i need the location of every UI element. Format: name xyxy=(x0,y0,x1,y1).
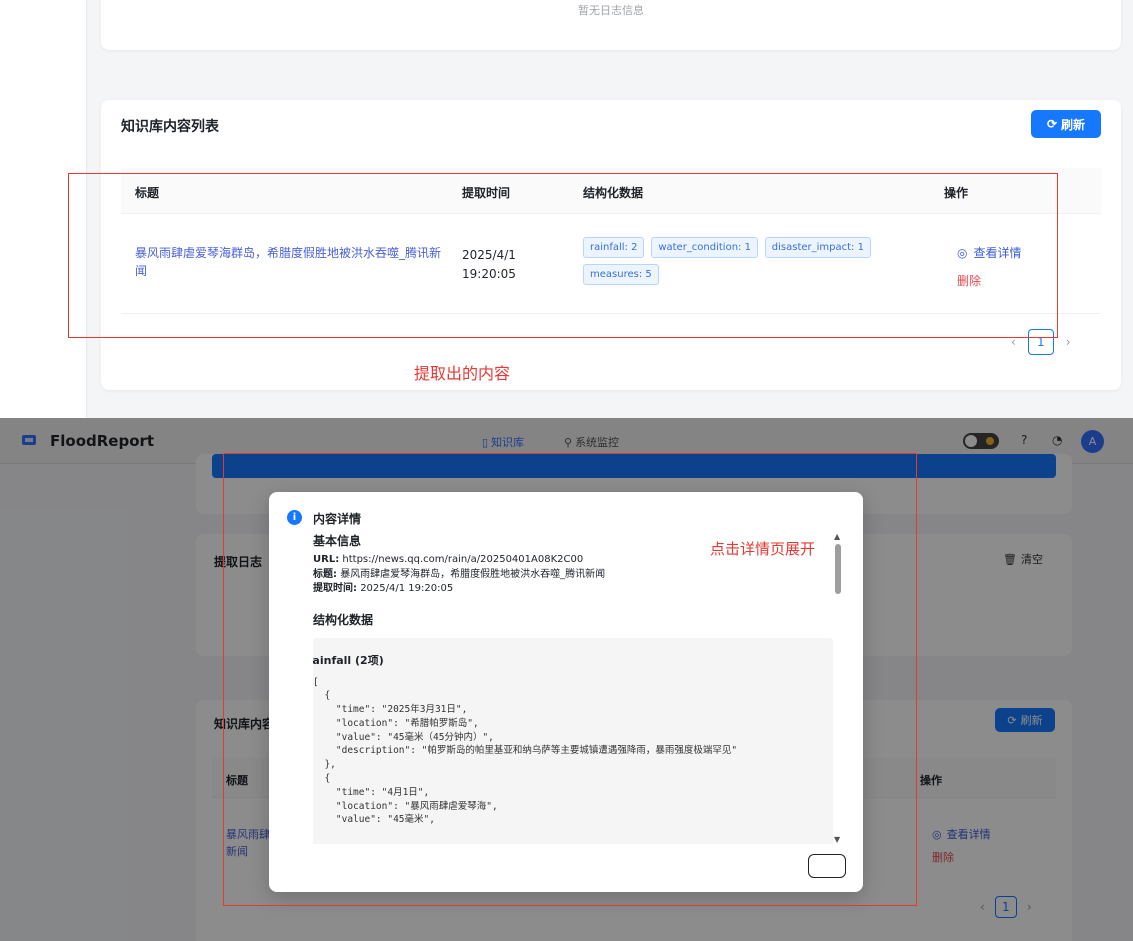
kb-title: 知识库内容列表 xyxy=(121,119,219,135)
next-page-button[interactable]: › xyxy=(1066,335,1071,349)
log-empty-text: 暂无日志信息 xyxy=(578,4,644,17)
annotation-box-detail xyxy=(223,453,917,906)
annotation-detail: 点击详情页展开 xyxy=(710,540,816,558)
refresh-label: 刷新 xyxy=(1061,117,1086,132)
log-card: 暂无日志信息 xyxy=(101,0,1121,50)
refresh-icon: ⟳ xyxy=(1046,117,1058,131)
top-screenshot: 暂无日志信息 知识库内容列表 ⟳ 刷新 标题 提取时间 结构化数据 操作 暴风雨… xyxy=(0,0,1133,418)
annotation-box-extracted xyxy=(68,173,1058,338)
refresh-button[interactable]: ⟳ 刷新 xyxy=(1031,110,1101,138)
annotation-extracted: 提取出的内容 xyxy=(414,364,511,383)
